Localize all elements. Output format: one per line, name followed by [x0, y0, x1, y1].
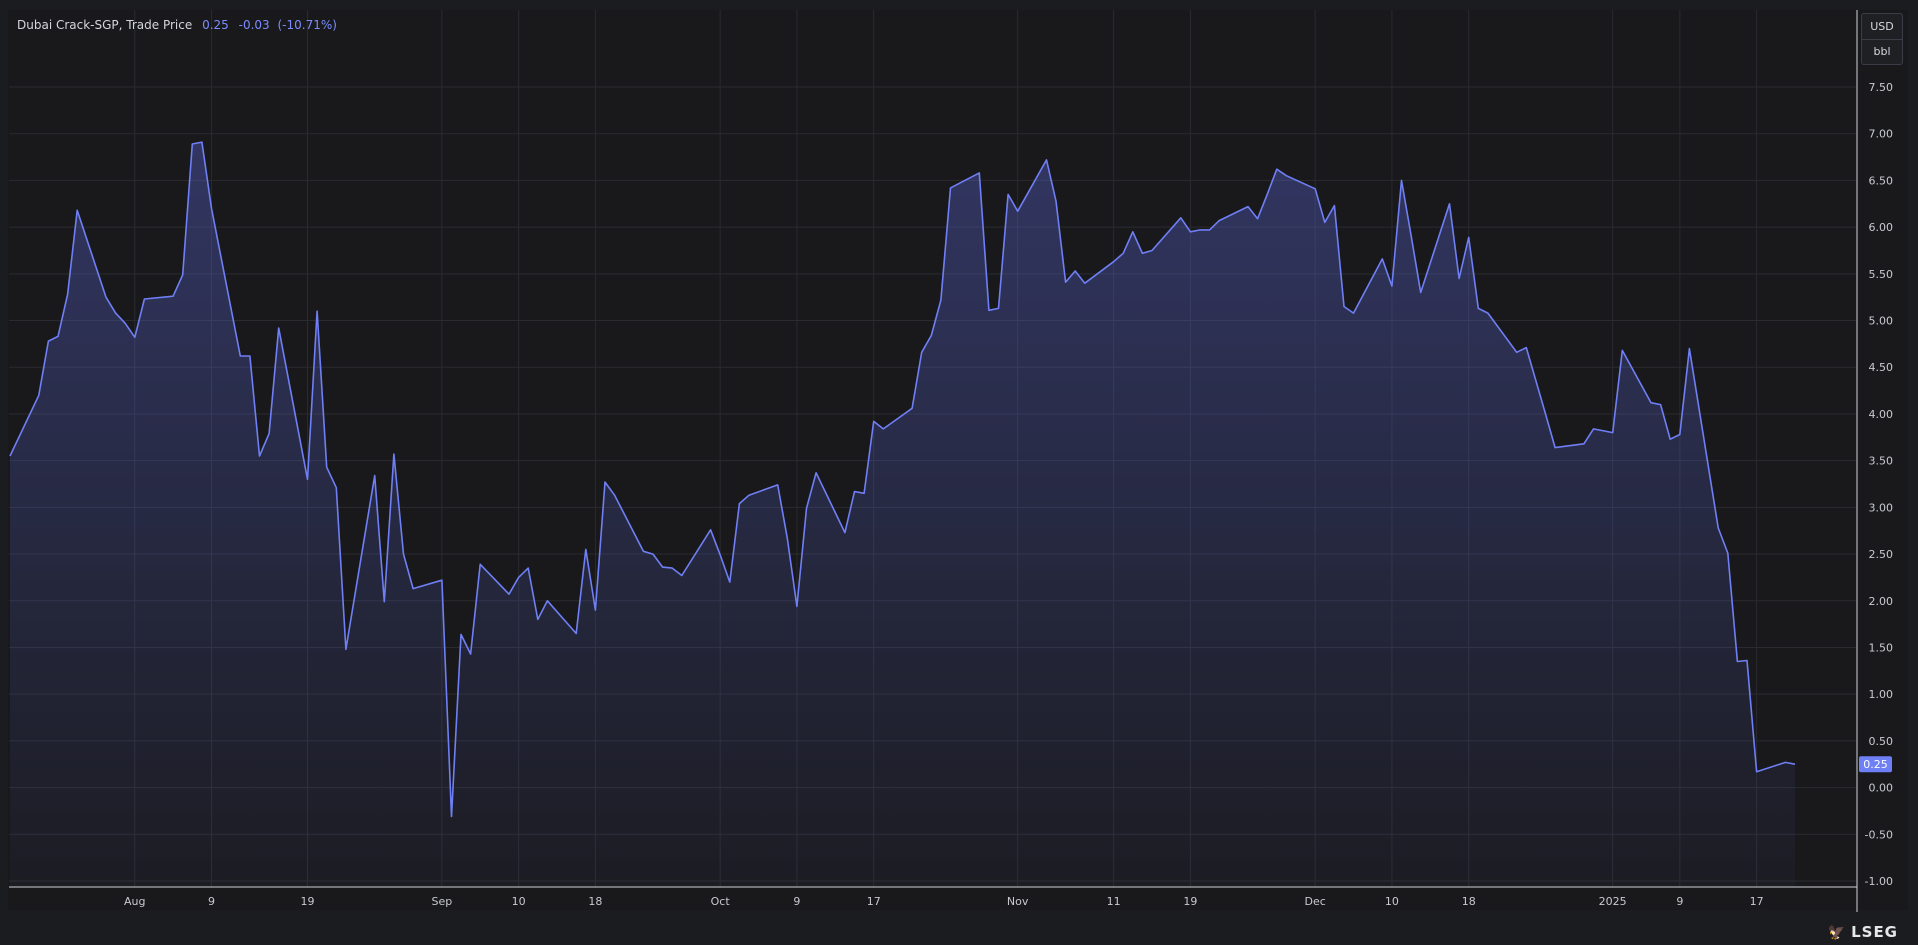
x-tick-label: Oct — [711, 895, 731, 908]
y-tick-label: 2.00 — [1869, 595, 1894, 608]
lseg-bird-icon: 🦅 — [1827, 925, 1847, 941]
y-tick-label: 5.00 — [1869, 315, 1894, 328]
x-tick-label: 17 — [1750, 895, 1764, 908]
y-tick-label: 3.00 — [1869, 501, 1894, 514]
y-tick-label: 0.50 — [1869, 735, 1894, 748]
price-chart[interactable]: 7.50 7.00 6.50 6.00 5.50 5.00 4.50 4.00 3.50 3.00… — [0, 0, 1918, 945]
y-tick-label: 1.00 — [1869, 688, 1894, 701]
y-tick-label: 4.50 — [1869, 361, 1894, 374]
x-tick-label: 19 — [301, 895, 315, 908]
x-tick-label: 9 — [793, 895, 800, 908]
x-tick-label: Sep — [431, 895, 452, 908]
y-tick-label: 7.00 — [1869, 128, 1894, 141]
y-tick-label: 5.50 — [1869, 268, 1894, 281]
last-price-tag-label: 0.25 — [1863, 758, 1888, 771]
x-tick-label: 10 — [512, 895, 526, 908]
y-tick-label: 0.00 — [1869, 782, 1894, 795]
y-tick-label: 1.50 — [1869, 641, 1894, 654]
x-tick-label: 17 — [867, 895, 881, 908]
y-tick-label: 3.50 — [1869, 455, 1894, 468]
legend-last-value: 0.25 — [202, 18, 229, 32]
legend-title: Dubai Crack-SGP, Trade Price — [17, 18, 193, 32]
y-tick-label: 2.50 — [1869, 548, 1894, 561]
area-fill — [10, 142, 1795, 888]
x-tick-label: 18 — [588, 895, 602, 908]
x-tick-label: 11 — [1107, 895, 1121, 908]
x-tick-label: Nov — [1007, 895, 1029, 908]
y-tick-label: -0.50 — [1865, 828, 1893, 841]
x-tick-label: 2025 — [1599, 895, 1627, 908]
legend-change-percent: (-10.71%) — [277, 18, 337, 32]
x-tick-label: 19 — [1183, 895, 1197, 908]
chart-legend: Dubai Crack-SGP, Trade Price 0.25 -0.03 … — [17, 17, 337, 33]
x-tick-label: 18 — [1462, 895, 1476, 908]
lseg-logo: 🦅 LSEG — [1828, 923, 1898, 941]
legend-change: -0.03 — [238, 18, 270, 32]
unit-selector[interactable]: USD bbl — [1861, 13, 1903, 65]
y-tick-label: -1.00 — [1865, 875, 1893, 888]
series-area — [10, 142, 1795, 888]
chart-window: 7.50 7.00 6.50 6.00 5.50 5.00 4.50 4.00 3.50 3.00… — [0, 0, 1918, 945]
y-tick-label: 7.50 — [1869, 81, 1894, 94]
y-tick-label: 4.00 — [1869, 408, 1894, 421]
x-tick-label: 9 — [1676, 895, 1683, 908]
x-axis-ticks: Aug 9 19 Sep 10 18 Oct 9 17 Nov 11 19 Dec 10 18 2025 9 17 — [124, 895, 1764, 908]
x-tick-label: Dec — [1305, 895, 1326, 908]
unit-measure: bbl — [1862, 39, 1902, 64]
y-tick-label: 6.00 — [1869, 221, 1894, 234]
y-tick-label: 6.50 — [1869, 174, 1894, 187]
x-tick-label: 9 — [208, 895, 215, 908]
x-tick-label: 10 — [1385, 895, 1399, 908]
x-tick-label: Aug — [124, 895, 145, 908]
last-price-tag: 0.25 — [1859, 756, 1892, 773]
unit-currency: USD — [1870, 20, 1894, 33]
logo-text: LSEG — [1851, 923, 1898, 941]
